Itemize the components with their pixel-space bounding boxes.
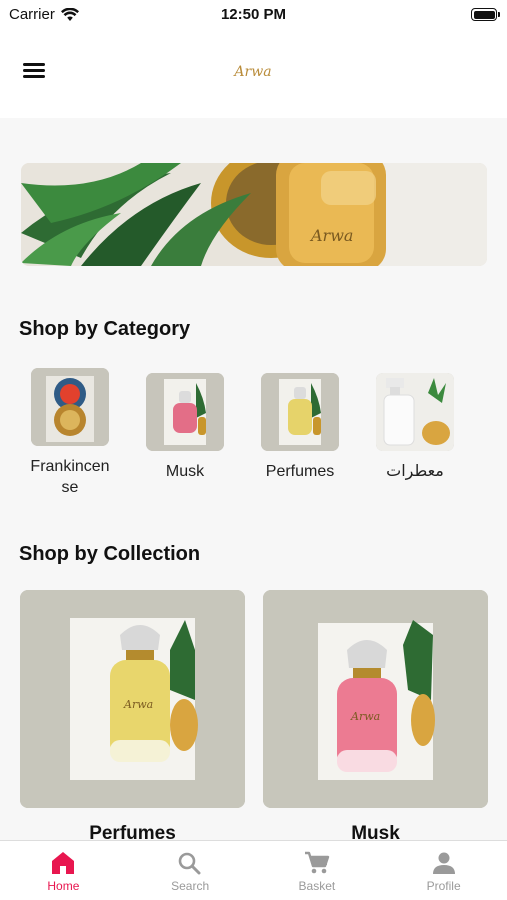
promo-banner[interactable]: Arwa xyxy=(21,163,487,266)
tab-label: Profile xyxy=(426,879,461,893)
person-icon xyxy=(432,852,455,874)
category-section-title: Shop by Category xyxy=(19,318,191,340)
cart-icon xyxy=(304,851,330,874)
category-label: Musk xyxy=(165,463,205,480)
musk-bottle-photo xyxy=(146,373,224,451)
perfume-bottle-photo: Arwa xyxy=(21,163,487,266)
musk-bottle-photo: Arwa xyxy=(263,590,488,808)
category-label: معطرات xyxy=(386,463,444,480)
category-item-perfumes[interactable]: Perfumes xyxy=(250,373,350,482)
svg-text:Arwa: Arwa xyxy=(309,226,353,245)
category-thumb[interactable] xyxy=(31,368,109,446)
home-icon xyxy=(52,852,75,874)
tab-profile[interactable]: Profile xyxy=(380,841,507,900)
category-label: Perfumes xyxy=(265,463,335,480)
brand-logo: Arwa xyxy=(208,58,298,88)
search-icon xyxy=(178,852,201,875)
status-bar: Carrier 12:50 PM xyxy=(0,0,507,30)
status-time: 12:50 PM xyxy=(220,6,287,23)
air-freshener-photo xyxy=(376,373,454,451)
category-item-fresheners[interactable]: معطرات xyxy=(365,373,465,482)
perfume-bottle-photo: Arwa xyxy=(20,590,245,808)
tab-label: Basket xyxy=(298,879,336,893)
perfume-bottle-photo xyxy=(261,373,339,451)
menu-button[interactable] xyxy=(20,60,50,84)
category-thumb[interactable] xyxy=(376,373,454,451)
tab-label: Search xyxy=(171,879,210,893)
bottom-tab-bar: Home Search Basket Profile xyxy=(0,840,507,900)
svg-text:Arwa: Arwa xyxy=(350,710,380,723)
category-thumb[interactable] xyxy=(146,373,224,451)
svg-text:Arwa: Arwa xyxy=(123,698,153,711)
tab-label: Home xyxy=(47,879,80,893)
collection-section-title: Shop by Collection xyxy=(19,543,201,565)
category-label: Frankincense xyxy=(30,458,110,496)
battery-icon xyxy=(471,8,500,21)
category-thumb[interactable] xyxy=(261,373,339,451)
tab-home[interactable]: Home xyxy=(0,841,127,900)
hamburger-menu-icon xyxy=(23,63,45,66)
app-header: Arwa xyxy=(0,30,507,118)
collection-card-perfumes[interactable]: Arwa xyxy=(20,590,245,808)
brand-logo-text: Arwa xyxy=(234,64,272,80)
tab-basket[interactable]: Basket xyxy=(254,841,381,900)
collection-card-musk[interactable]: Arwa xyxy=(263,590,488,808)
category-item-frankincense[interactable]: Frankincense xyxy=(20,368,120,498)
frankincense-photo xyxy=(31,368,109,446)
category-item-musk[interactable]: Musk xyxy=(135,373,235,482)
tab-search[interactable]: Search xyxy=(127,841,254,900)
